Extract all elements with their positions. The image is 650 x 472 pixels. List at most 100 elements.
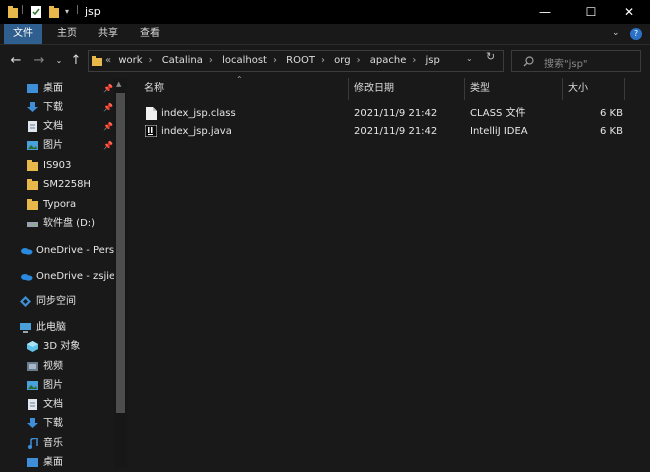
sidebar-item-documents-pc[interactable]: 文档: [0, 395, 114, 414]
column-header-name[interactable]: 名称: [144, 78, 164, 100]
sidebar-item-sm2258h[interactable]: SM2258H: [0, 175, 114, 194]
sidebar-item-typora[interactable]: Typora: [0, 195, 114, 214]
pin-icon[interactable]: 📌: [103, 117, 113, 136]
column-divider[interactable]: [562, 78, 563, 100]
expand-ribbon-chevron-icon[interactable]: ⌄: [612, 28, 622, 40]
breadcrumb-localhost[interactable]: localhost: [222, 55, 267, 66]
recent-locations-chevron-icon[interactable]: ⌄: [52, 53, 66, 69]
folder-icon: [92, 56, 102, 66]
search-box[interactable]: 搜索"jsp": [511, 50, 641, 72]
tab-file[interactable]: 文件: [4, 24, 42, 44]
sort-ascending-icon: ⌃: [236, 75, 243, 84]
column-divider[interactable]: [464, 78, 465, 100]
tab-home[interactable]: 主页: [48, 24, 86, 44]
window-title: jsp: [85, 5, 101, 18]
file-modified: 2021/11/9 21:42: [354, 108, 438, 119]
scroll-up-arrow-icon[interactable]: ▲: [116, 80, 121, 88]
pin-icon[interactable]: 📌: [103, 136, 113, 155]
file-size: 6 KB: [600, 108, 623, 119]
breadcrumb-catalina[interactable]: Catalina: [162, 55, 203, 66]
file-list: ⌃ 名称 修改日期 类型 大小 index_jsp.class 2021/11/…: [128, 75, 650, 468]
onedrive-icon: [21, 248, 33, 255]
breadcrumb: « work › Catalina › localhost › ROOT › org › …: [105, 55, 440, 66]
sidebar-item-documents[interactable]: 文档 📌: [0, 117, 114, 136]
sidebar-item-drive-d[interactable]: 软件盘 (D:): [0, 214, 114, 233]
sidebar-item-desktop-pc[interactable]: 桌面: [0, 453, 114, 472]
maximize-button[interactable]: ☐: [570, 0, 612, 24]
back-button[interactable]: ←: [9, 53, 23, 69]
picture-icon: [27, 141, 38, 150]
help-icon[interactable]: ?: [630, 28, 642, 40]
breadcrumb-jsp[interactable]: jsp: [426, 55, 440, 66]
file-row[interactable]: index_jsp.class 2021/11/9 21:42 CLASS 文件…: [128, 104, 628, 123]
pin-icon[interactable]: 📌: [103, 98, 113, 117]
forward-button[interactable]: →: [32, 53, 46, 69]
breadcrumb-apache[interactable]: apache: [370, 55, 407, 66]
folder-icon: [27, 179, 38, 190]
sidebar-item-onedrive-personal[interactable]: OneDrive - Perso: [0, 241, 114, 260]
sidebar-item-downloads-pc[interactable]: 下载: [0, 414, 114, 433]
customize-toolbar-chevron-icon[interactable]: ▾: [65, 7, 69, 21]
pin-icon[interactable]: 📌: [103, 79, 113, 98]
drive-icon: [27, 222, 38, 227]
folder-icon: [27, 199, 38, 210]
music-icon: [28, 438, 38, 449]
document-icon: [28, 121, 37, 132]
file-type: IntelliJ IDEA: [470, 126, 528, 137]
intellij-file-icon: [145, 125, 157, 137]
sidebar-scrollbar-thumb[interactable]: [116, 93, 125, 413]
address-history-chevron-icon[interactable]: ⌄: [466, 54, 473, 63]
tab-view[interactable]: 查看: [131, 24, 169, 44]
navigation-bar: ← → ⌄ ↑ « work › Catalina › localhost › ROO…: [0, 45, 650, 78]
sidebar-item-music[interactable]: 音乐: [0, 434, 114, 453]
file-modified: 2021/11/9 21:42: [354, 126, 438, 137]
column-header-type[interactable]: 类型: [470, 78, 490, 100]
download-icon: [27, 102, 38, 112]
breadcrumb-org[interactable]: org: [334, 55, 350, 66]
minimize-button[interactable]: —: [524, 0, 566, 24]
sidebar-item-onedrive-zsjie[interactable]: OneDrive - zsjie: [0, 267, 114, 286]
sidebar-item-desktop[interactable]: 桌面 📌: [0, 79, 114, 98]
title-bar: | ▾ | jsp — ☐ ✕: [0, 0, 650, 24]
sidebar-item-videos[interactable]: 视频: [0, 357, 114, 376]
tab-share[interactable]: 共享: [89, 24, 127, 44]
breadcrumb-overflow[interactable]: «: [105, 55, 111, 66]
file-name: index_jsp.java: [161, 126, 232, 137]
breadcrumb-work[interactable]: work: [118, 55, 142, 66]
column-divider[interactable]: [624, 78, 625, 100]
properties-icon[interactable]: [30, 5, 42, 19]
3d-objects-icon: [27, 341, 38, 352]
sidebar-item-3d-objects[interactable]: 3D 对象: [0, 337, 114, 356]
sidebar-item-pictures[interactable]: 图片 📌: [0, 136, 114, 155]
up-button[interactable]: ↑: [69, 53, 83, 69]
download-icon: [27, 418, 38, 428]
file-type: CLASS 文件: [470, 108, 526, 119]
sidebar-item-this-pc[interactable]: 此电脑: [0, 318, 114, 337]
sidebar-item-is903[interactable]: IS903: [0, 156, 114, 175]
ribbon-tabs: 文件 主页 共享 查看 ⌄ ?: [0, 24, 650, 45]
search-input[interactable]: 搜索"jsp": [544, 55, 588, 70]
refresh-icon[interactable]: ↻: [486, 50, 495, 63]
close-button[interactable]: ✕: [608, 0, 650, 24]
computer-icon: [20, 323, 31, 333]
class-file-icon: [146, 107, 157, 120]
column-header-size[interactable]: 大小: [568, 78, 588, 100]
column-divider[interactable]: [348, 78, 349, 100]
folder-icon: [8, 6, 18, 18]
search-icon: [523, 56, 534, 67]
video-icon: [27, 362, 38, 371]
file-size: 6 KB: [600, 126, 623, 137]
new-folder-icon[interactable]: [48, 5, 60, 19]
navigation-pane: 桌面 📌 下载 📌 文档 📌 图片 📌 IS903 SM2258H Typora…: [0, 78, 127, 468]
onedrive-icon: [21, 274, 33, 281]
breadcrumb-root[interactable]: ROOT: [286, 55, 315, 66]
folder-icon: [27, 160, 38, 171]
column-header-modified[interactable]: 修改日期: [354, 78, 394, 100]
address-bar[interactable]: « work › Catalina › localhost › ROOT › org › …: [88, 50, 504, 72]
sidebar-item-sync-space[interactable]: 同步空间: [0, 292, 114, 311]
file-name: index_jsp.class: [161, 108, 236, 119]
desktop-icon: [27, 458, 38, 467]
file-row[interactable]: index_jsp.java 2021/11/9 21:42 IntelliJ …: [128, 122, 628, 141]
sidebar-item-pictures-pc[interactable]: 图片: [0, 376, 114, 395]
sidebar-item-downloads[interactable]: 下载 📌: [0, 98, 114, 117]
